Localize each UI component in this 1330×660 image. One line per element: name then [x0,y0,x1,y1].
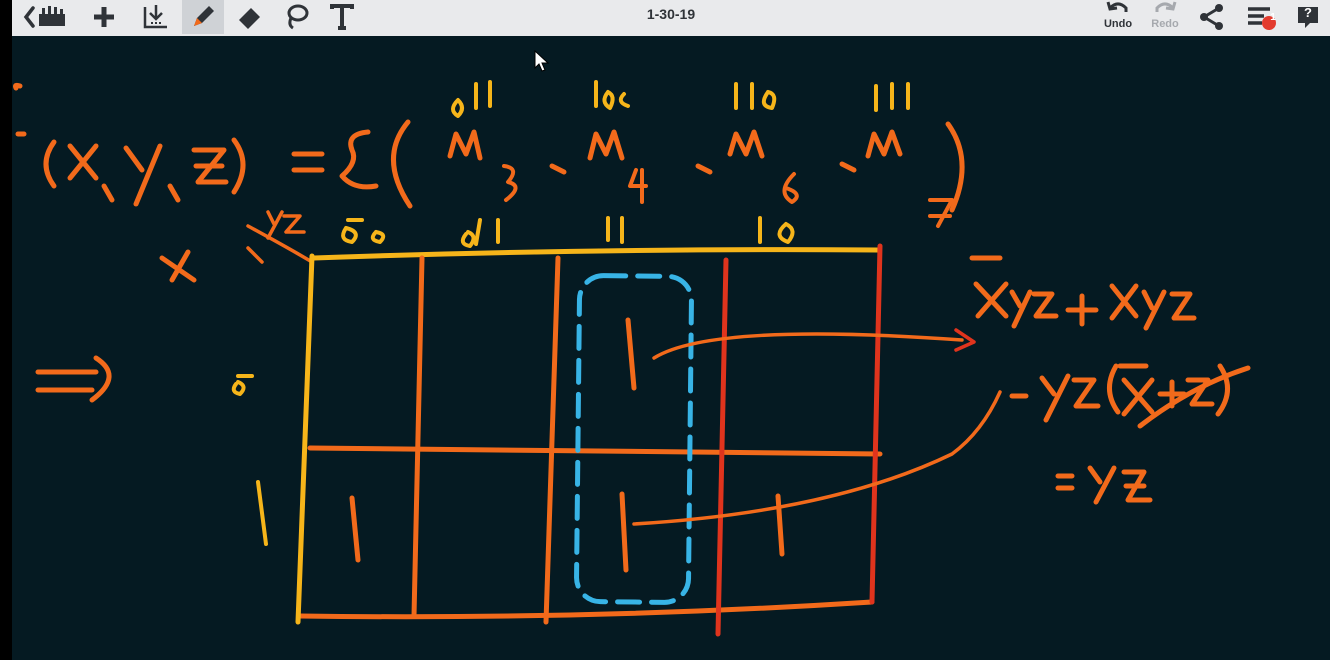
eraser-icon [239,8,260,29]
kmap-grid-ink [295,243,883,637]
implies-arrow-ink [35,355,112,403]
kmap-yz-label-ink [246,210,314,264]
lasso-tool-button[interactable] [276,0,316,34]
text-tool-icon [330,4,354,30]
kmap-group-highlight [574,273,694,605]
page-menu-button[interactable]: 1 [1238,0,1284,34]
x-variable-ink [159,249,197,283]
undo-button[interactable]: Undo [1098,0,1138,34]
eraser-tool-button[interactable] [230,0,270,34]
pen-tool-button[interactable] [182,0,224,34]
back-gallery-button[interactable] [20,0,76,34]
help-label: ? [1304,5,1312,20]
function-heading-ink [13,82,413,209]
lasso-icon [287,4,309,30]
notification-badge: 1 [1270,12,1276,23]
kmap-column-headers-ink [341,216,795,248]
import-button[interactable] [136,0,176,34]
mouse-cursor-icon [534,50,550,72]
redo-icon [1155,1,1177,12]
app-toolbar: 1-30-19 Undo Redo 1 ? [12,0,1330,37]
add-page-button[interactable] [84,0,124,34]
minterm-index-ink [502,164,954,228]
text-tool-button[interactable] [322,0,362,34]
undo-label: Undo [1103,18,1133,30]
minterms-ink [447,121,965,213]
redo-button[interactable]: Redo [1145,0,1185,34]
back-gallery-icon [23,6,65,28]
share-button[interactable] [1192,0,1232,34]
share-icon [1200,4,1223,30]
import-icon [143,5,167,29]
kmap-row-labels-ink [231,374,268,546]
minterm-bits-ink [451,80,910,118]
redo-label: Redo [1151,18,1179,30]
drawing-canvas[interactable] [12,36,1330,660]
add-icon [94,7,114,27]
undo-icon [1106,1,1128,12]
result-expression-ink [969,255,1251,505]
left-edge-strip [0,0,12,660]
handwriting-board [13,80,1251,637]
help-button[interactable]: ? [1290,0,1326,34]
pen-icon [194,6,214,26]
